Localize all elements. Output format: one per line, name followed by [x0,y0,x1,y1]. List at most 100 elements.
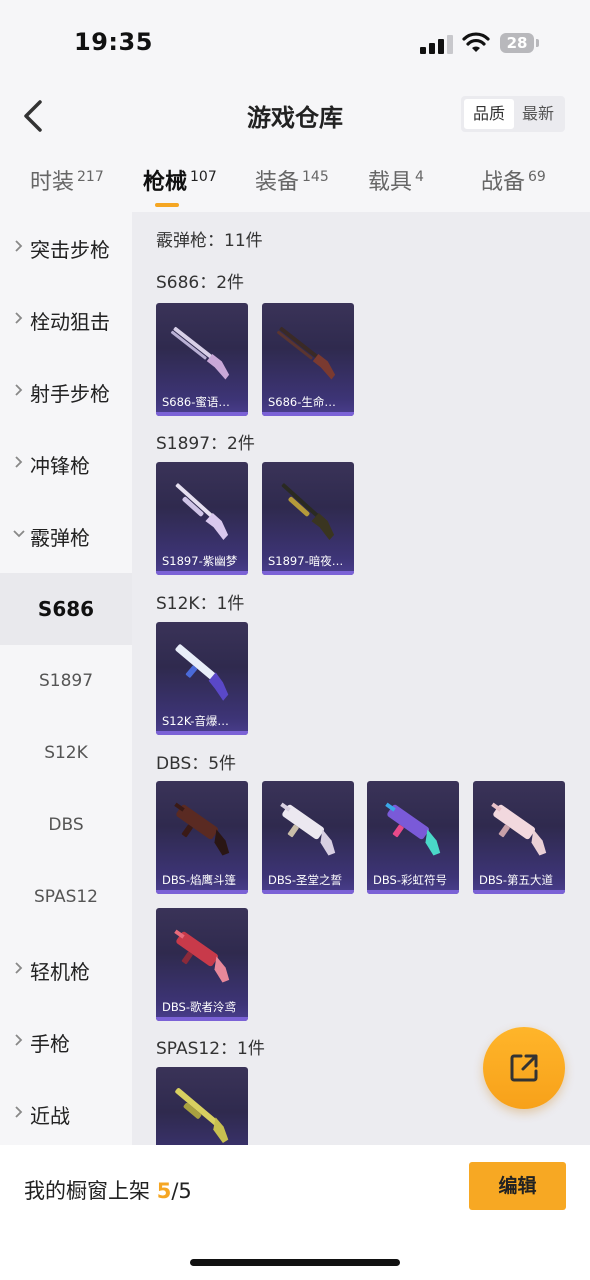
sidebar-sub-s1897[interactable]: S1897 [0,645,132,717]
sidebar-item-marksman-rifle[interactable]: 射手步枪 [0,356,132,428]
chevron-right-icon [15,240,23,252]
shotgun-icon [174,802,230,856]
rarity-bar [156,412,248,416]
shotgun-icon [385,802,441,856]
item-name: DBS-歌者泠鸢 [162,1000,236,1014]
category-summary: 霰弹枪：11件 [156,231,263,251]
item-name: S1897-暗夜… [268,554,344,568]
shotgun-icon [174,929,230,983]
shotgun-icon [175,483,229,541]
sidebar-sub-dbs[interactable]: DBS [0,789,132,861]
item-card[interactable]: DBS-第五大道 [473,781,565,894]
sidebar-sub-s686[interactable]: S686 [0,573,132,645]
wifi-icon [462,32,490,52]
group-title: S686：2件 [156,273,245,293]
rarity-bar [156,890,248,894]
item-name: DBS-圣堂之誓 [268,873,342,887]
shotgun-icon [280,802,336,856]
sidebar-item-melee[interactable]: 近战 [0,1078,132,1145]
tab-count: 69 [528,169,546,185]
item-card[interactable]: S1897-暗夜… [262,462,354,575]
tab-label: 战备 [481,170,526,195]
shelf-label: 我的橱窗上架 [24,1179,150,1203]
item-card[interactable]: DBS-焰鹰斗篷 [156,781,248,894]
battery-icon: 28 [500,33,534,53]
group-title: S1897：2件 [156,434,255,454]
sidebar-sub-spas12[interactable]: SPAS12 [0,861,132,933]
shotgun-icon [170,326,230,380]
group-title: SPAS12：1件 [156,1039,265,1059]
sidebar-item-bolt-sniper[interactable]: 栓动狙击 [0,284,132,356]
share-button[interactable] [483,1027,565,1109]
tab-count: 217 [77,169,104,185]
sidebar-item-label: 霰弹枪 [30,526,90,550]
chevron-right-icon [15,312,23,324]
tab-supplies[interactable]: 战备 69 [481,164,546,196]
item-card[interactable]: S1897-紫幽梦 [156,462,248,575]
status-bar: 19:35 28 [0,0,590,88]
tab-count: 145 [302,169,329,185]
item-card[interactable]: S686-生命… [262,303,354,416]
sidebar-item-label: 射手步枪 [30,382,110,406]
rarity-bar [367,890,459,894]
chevron-right-icon [15,1106,23,1118]
rarity-bar [262,890,354,894]
item-card[interactable]: DBS-歌者泠鸢 [156,908,248,1021]
tab-count: 107 [190,169,217,185]
shotgun-icon [175,644,229,701]
sidebar-item-shotgun[interactable]: 霰弹枪 [0,500,132,572]
sidebar-item-label: 栓动狙击 [30,310,110,334]
tab-vehicles[interactable]: 载具 4 [368,164,424,196]
sidebar: 突击步枪 栓动狙击 射手步枪 冲锋枪 霰弹枪 S686 S1897 S12K D… [0,212,132,1145]
chevron-right-icon [15,1034,23,1046]
item-card[interactable]: S686-蜜语… [156,303,248,416]
tab-label: 枪械 [143,170,188,195]
item-name: S12K-音爆… [162,714,229,728]
header: 游戏仓库 品质 最新 [0,88,590,148]
item-name: DBS-焰鹰斗篷 [162,873,236,887]
tab-label: 装备 [255,170,300,195]
item-card[interactable]: DBS-彩虹符号 [367,781,459,894]
sort-newest-button[interactable]: 最新 [513,99,563,129]
battery-level: 28 [506,34,528,52]
status-time: 19:35 [74,28,153,56]
tab-label: 时装 [30,170,75,195]
sidebar-item-lmg[interactable]: 轻机枪 [0,934,132,1006]
sidebar-item-label: 手枪 [30,1032,70,1056]
chevron-right-icon [15,962,23,974]
item-card[interactable] [156,1067,248,1145]
shelf-current: 5 [156,1179,172,1203]
chevron-down-icon [13,530,25,538]
category-tabs: 时装 217 枪械 107 装备 145 载具 4 战备 69 [0,148,590,212]
item-card[interactable]: DBS-圣堂之誓 [262,781,354,894]
shelf-total: /5 [171,1179,192,1203]
rarity-bar [156,1017,248,1021]
active-tab-indicator [155,203,179,207]
rarity-bar [262,571,354,575]
sidebar-item-label: 冲锋枪 [30,454,90,478]
sidebar-item-pistol[interactable]: 手枪 [0,1006,132,1078]
chevron-right-icon [15,456,23,468]
item-name: DBS-第五大道 [479,873,553,887]
sidebar-item-assault-rifle[interactable]: 突击步枪 [0,212,132,284]
sidebar-item-label: 近战 [30,1104,70,1128]
tab-outfits[interactable]: 时装 217 [30,164,104,196]
sort-quality-button[interactable]: 品质 [464,99,514,129]
shotgun-icon [175,1088,229,1143]
sidebar-item-smg[interactable]: 冲锋枪 [0,428,132,500]
tab-guns[interactable]: 枪械 107 [143,164,217,196]
tab-equipment[interactable]: 装备 145 [255,164,329,196]
edit-button[interactable]: 编辑 [469,1162,566,1210]
shotgun-icon [276,326,336,380]
shotgun-icon [491,802,547,856]
rarity-bar [156,731,248,735]
group-title: S12K：1件 [156,594,245,614]
share-icon [510,1054,538,1082]
item-name: S686-生命… [268,395,336,409]
bottom-bar: 我的橱窗上架 5/5 编辑 [0,1145,590,1280]
item-grid: 霰弹枪：11件 S686：2件 S686-蜜语… S686-生命… S1897：… [132,212,590,1145]
sidebar-sub-s12k[interactable]: S12K [0,717,132,789]
home-indicator [190,1259,400,1266]
shotgun-icon [281,483,335,541]
item-card[interactable]: S12K-音爆… [156,622,248,735]
